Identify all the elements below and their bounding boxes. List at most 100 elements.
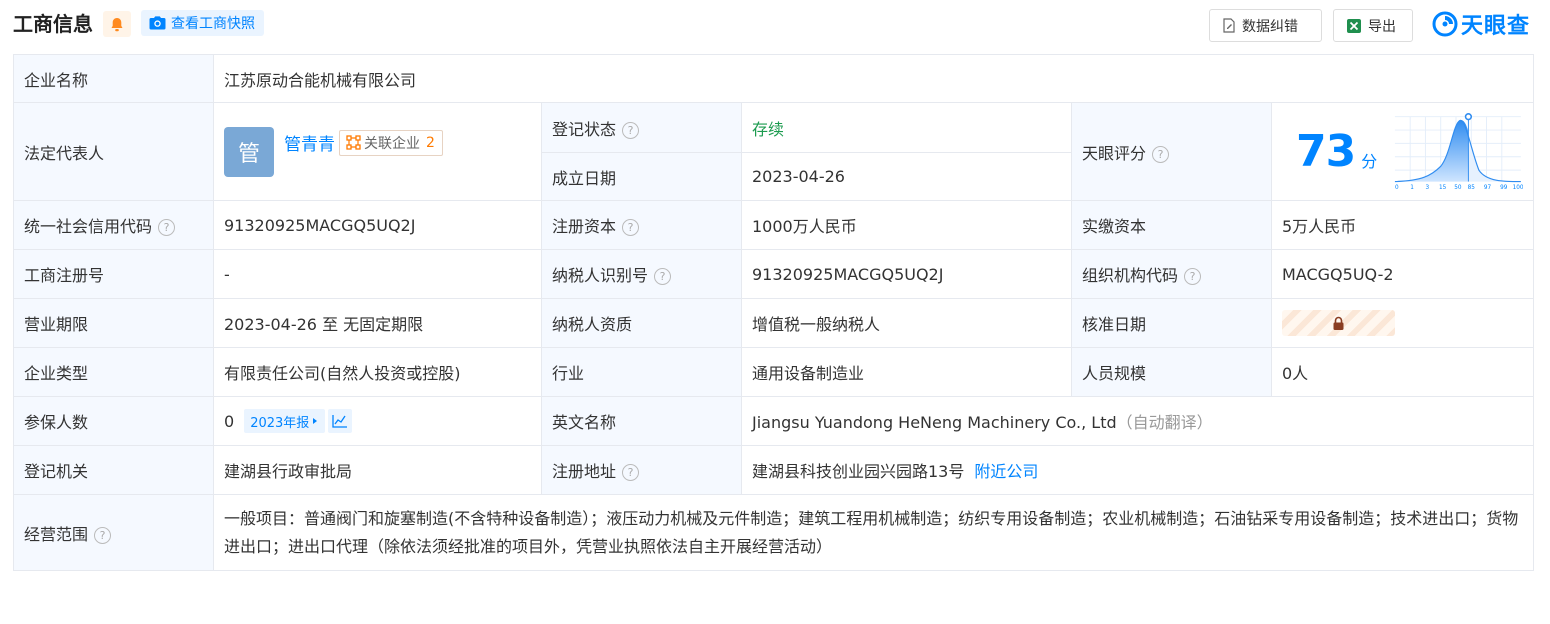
legal-rep-cell: 管 管青青 关联企业 2 xyxy=(213,102,542,201)
found-date-value: 2023-04-26 xyxy=(741,152,1072,201)
reg-capital-label: 注册资本 xyxy=(552,217,617,236)
reg-address-label: 注册地址 xyxy=(552,462,617,481)
found-date-label: 成立日期 xyxy=(541,152,742,201)
view-snapshot-label: 查看工商快照 xyxy=(171,16,255,32)
taxpayer-id-label-cell: 纳税人识别号? xyxy=(541,249,742,299)
paid-capital-value: 5万人民币 xyxy=(1270,200,1535,250)
trend-chart-button[interactable] xyxy=(328,409,353,433)
table-row: 统一社会信用代码? 91320925MACGQ5UQ2J 注册资本? 1000万… xyxy=(13,200,1535,250)
related-companies-label: 关联企业 xyxy=(364,135,420,152)
related-companies-button[interactable]: 关联企业 2 xyxy=(339,129,443,156)
help-icon[interactable]: ? xyxy=(654,268,672,285)
data-correction-label: 数据纠错 xyxy=(1242,18,1298,35)
taxpayer-id-label: 纳税人识别号 xyxy=(552,266,649,285)
annual-report-button[interactable]: 2023年报 xyxy=(244,409,326,433)
legal-rep-name-link[interactable]: 管青青 xyxy=(284,130,335,155)
tianyan-score-label: 天眼评分 xyxy=(1082,143,1147,163)
reg-address-value: 建湖县科技创业园兴园路13号 xyxy=(752,462,965,481)
section-title: 工商信息 xyxy=(13,12,93,36)
help-icon[interactable]: ? xyxy=(622,464,640,481)
company-name-label: 企业名称 xyxy=(13,54,214,103)
view-snapshot-button[interactable]: 查看工商快照 xyxy=(141,10,264,36)
reg-number-value: - xyxy=(213,249,542,299)
reg-number-label: 工商注册号 xyxy=(13,249,214,299)
tianyan-score-label-cell: 天眼评分? xyxy=(1071,102,1272,201)
tianyancha-logo[interactable]: 天眼查 xyxy=(1432,10,1531,39)
reg-status-value: 存续 xyxy=(741,102,1072,153)
reg-capital-value: 1000万人民币 xyxy=(741,200,1072,250)
logo-text: 天眼查 xyxy=(1461,14,1531,39)
table-row: 参保人数 0 2023年报 英文名称 Jiangsu Yuandong HeNe… xyxy=(13,396,1535,446)
table-row: 企业类型 有限责任公司(自然人投资或控股) 行业 通用设备制造业 人员规模 0人 xyxy=(13,347,1535,397)
taxpayer-qual-label: 纳税人资质 xyxy=(541,298,742,348)
annual-report-label: 2023年报 xyxy=(250,415,310,431)
credit-code-label-cell: 统一社会信用代码? xyxy=(13,200,214,250)
company-name-value: 江苏原动合能机械有限公司 xyxy=(212,54,1535,103)
industry-label: 行业 xyxy=(541,347,742,397)
table-row: 企业名称 江苏原动合能机械有限公司 xyxy=(13,54,1535,103)
export-button[interactable]: 导出 xyxy=(1333,9,1413,42)
tianyancha-logo-icon xyxy=(1432,11,1458,37)
table-row: 工商注册号 - 纳税人识别号? 91320925MACGQ5UQ2J 组织机构代… xyxy=(13,249,1535,299)
insured-cell: 0 2023年报 xyxy=(213,396,542,446)
score-marker xyxy=(1465,112,1473,120)
score-axis-tick: 1 xyxy=(1411,185,1415,191)
bell-icon[interactable] xyxy=(103,11,131,37)
score-axis-tick: 3 xyxy=(1426,185,1430,191)
approval-date-cell xyxy=(1270,298,1535,348)
help-icon[interactable]: ? xyxy=(94,526,112,544)
help-icon[interactable]: ? xyxy=(622,121,640,139)
org-code-value: MACGQ5UQ-2 xyxy=(1270,249,1535,299)
legal-rep-label: 法定代表人 xyxy=(13,102,214,201)
biz-scope-label-cell: 经营范围? xyxy=(13,494,214,571)
reg-address-label-cell: 注册地址? xyxy=(541,445,742,495)
help-icon[interactable]: ? xyxy=(1152,145,1170,163)
trend-chart-icon xyxy=(332,415,348,428)
auto-translate-note: （自动翻译） xyxy=(1116,413,1213,432)
tianyan-score-cell[interactable]: 73 分 0 1 3 15 50 85 97 99 100 xyxy=(1270,102,1535,201)
reg-authority-label: 登记机关 xyxy=(13,445,214,495)
excel-icon xyxy=(1347,18,1361,33)
nearby-companies-link[interactable]: 附近公司 xyxy=(974,462,1038,481)
table-row: 法定代表人 管 管青青 关联企业 2 登记状态? 存续 天眼评分? 73 分 0… xyxy=(13,102,1535,201)
english-name-label: 英文名称 xyxy=(541,396,742,446)
camera-icon xyxy=(149,16,166,30)
english-name-cell: Jiangsu Yuandong HeNeng Machinery Co., L… xyxy=(740,396,1535,446)
score-axis-tick: 50 xyxy=(1455,185,1463,191)
help-icon[interactable]: ? xyxy=(622,219,640,236)
score-axis-tick: 0 xyxy=(1395,185,1399,191)
approval-date-label: 核准日期 xyxy=(1071,298,1272,348)
staff-size-value: 0人 xyxy=(1270,347,1535,397)
industry-value: 通用设备制造业 xyxy=(741,347,1072,397)
biz-term-label: 营业期限 xyxy=(13,298,214,348)
company-type-value: 有限责任公司(自然人投资或控股) xyxy=(213,347,542,397)
reg-authority-value: 建湖县行政审批局 xyxy=(213,445,542,495)
score-axis-tick: 97 xyxy=(1484,185,1492,191)
caret-right-icon xyxy=(313,418,318,424)
vip-locked-field[interactable] xyxy=(1282,310,1395,336)
table-row: 登记机关 建湖县行政审批局 注册地址? 建湖县科技创业园兴园路13号 附近公司 xyxy=(13,445,1535,495)
org-code-label: 组织机构代码 xyxy=(1082,266,1179,285)
tianyan-score-unit: 分 xyxy=(1361,151,1378,171)
related-companies-count: 2 xyxy=(426,134,435,151)
help-icon[interactable]: ? xyxy=(158,219,176,236)
business-info-table: 企业名称 江苏原动合能机械有限公司 法定代表人 管 管青青 关联企业 2 登记状… xyxy=(13,54,1535,571)
credit-code-value: 91320925MACGQ5UQ2J xyxy=(213,200,542,250)
taxpayer-id-value: 91320925MACGQ5UQ2J xyxy=(741,249,1072,299)
reg-status-label: 登记状态 xyxy=(552,119,617,139)
score-axis-tick: 15 xyxy=(1439,185,1447,191)
help-icon[interactable]: ? xyxy=(1184,268,1202,285)
data-correction-button[interactable]: 数据纠错 xyxy=(1209,9,1322,42)
table-row: 经营范围? 一般项目：普通阀门和旋塞制造(不含特种设备制造）；液压动力机械及元件… xyxy=(13,494,1535,571)
biz-term-value: 2023-04-26 至 无固定期限 xyxy=(213,298,542,348)
insured-value: 0 xyxy=(224,411,235,431)
score-axis-tick: 99 xyxy=(1500,185,1508,191)
reg-capital-label-cell: 注册资本? xyxy=(541,200,742,250)
network-icon xyxy=(346,135,361,150)
tianyan-score-value: 73 xyxy=(1296,126,1356,177)
score-axis-tick: 100 xyxy=(1513,185,1523,191)
org-code-label-cell: 组织机构代码? xyxy=(1071,249,1272,299)
avatar[interactable]: 管 xyxy=(224,126,274,177)
insured-label: 参保人数 xyxy=(13,396,214,446)
english-name-value: Jiangsu Yuandong HeNeng Machinery Co., L… xyxy=(752,413,1117,432)
